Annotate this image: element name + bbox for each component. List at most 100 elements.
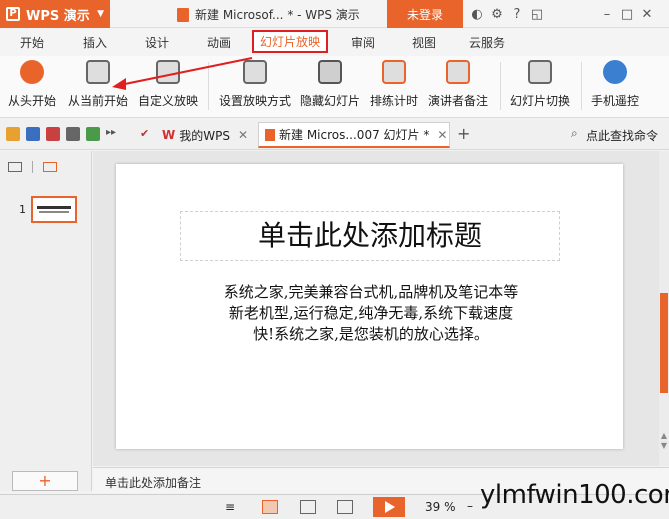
hide-slide-icon bbox=[318, 60, 342, 84]
help-icon[interactable]: ? bbox=[507, 4, 527, 24]
rehearse-timing-label: 排练计时 bbox=[370, 94, 419, 108]
page-nav-icons[interactable]: ▲ ▼ bbox=[659, 431, 669, 451]
play-slideshow-button[interactable] bbox=[373, 497, 405, 517]
play-slide-icon bbox=[86, 60, 110, 84]
scrollbar-thumb[interactable] bbox=[660, 293, 668, 393]
slide-sorter-icon[interactable] bbox=[300, 500, 316, 514]
wps-logo-icon: P bbox=[6, 7, 20, 21]
chevron-down-icon: ▼ bbox=[97, 9, 104, 19]
add-slide-button[interactable]: + bbox=[12, 471, 78, 491]
presentation-icon bbox=[265, 128, 275, 141]
ribbon-tabs: 开始 插入 设计 动画 幻灯片放映 审阅 视图 云服务 bbox=[0, 28, 669, 56]
body-line: 系统之家,完美兼容台式机,品牌机及笔记本等 bbox=[223, 283, 519, 301]
login-button[interactable]: 未登录 bbox=[387, 0, 463, 28]
speaker-notes-button[interactable]: 演讲者备注 bbox=[428, 60, 488, 109]
slide-canvas[interactable]: 单击此处添加标题 系统之家,完美兼容台式机,品牌机及笔记本等 新老机型,运行稳定… bbox=[116, 164, 623, 449]
body-line: 快!系统之家,是您装机的放心选择。 bbox=[253, 325, 489, 343]
ribbon-divider bbox=[500, 62, 501, 110]
list-icon[interactable]: ≡ bbox=[225, 500, 241, 514]
tab-review[interactable]: 审阅 bbox=[351, 34, 375, 51]
restore-ribbon-icon[interactable]: ◱ bbox=[527, 4, 547, 24]
tab-design[interactable]: 设计 bbox=[145, 34, 169, 51]
title-bar: P WPS 演示 ▼ 新建 Microsof... * - WPS 演示 未登录… bbox=[0, 0, 669, 28]
vertical-scrollbar[interactable]: ▲ ▼ bbox=[659, 151, 669, 466]
quick-access-bar: ▸▸ ✔ W 我的WPS ✕ 新建 Micros...007 幻灯片 * ✕ +… bbox=[0, 120, 669, 150]
settings-icon[interactable]: ⚙ bbox=[487, 4, 507, 24]
speaker-notes-label: 演讲者备注 bbox=[428, 94, 489, 108]
presenter-icon bbox=[446, 60, 470, 84]
body-line: 新老机型,运行稳定,纯净无毒,系统下载速度 bbox=[228, 304, 514, 322]
tab-my-wps-label: 我的WPS bbox=[179, 128, 230, 143]
slide-transition-label: 幻灯片切换 bbox=[510, 94, 571, 108]
slide-number: 1 bbox=[19, 203, 26, 216]
export-pdf-icon[interactable] bbox=[46, 127, 60, 141]
print-icon[interactable] bbox=[66, 127, 80, 141]
from-start-button[interactable]: 从头开始 bbox=[8, 60, 56, 109]
app-menu-button[interactable]: P WPS 演示 ▼ bbox=[0, 0, 110, 28]
open-folder-icon[interactable] bbox=[6, 127, 20, 141]
outline-view-icon[interactable] bbox=[8, 162, 22, 172]
tab-insert[interactable]: 插入 bbox=[83, 34, 107, 51]
thumbnail-title-line bbox=[37, 206, 71, 209]
tab-cloud[interactable]: 云服务 bbox=[469, 34, 505, 51]
phone-remote-label: 手机遥控 bbox=[591, 94, 640, 108]
print-preview-icon[interactable] bbox=[86, 127, 100, 141]
new-tab-icon[interactable]: + bbox=[457, 124, 470, 143]
custom-show-button[interactable]: 自定义放映 bbox=[138, 60, 198, 109]
skin-icon[interactable]: ◐ bbox=[467, 4, 487, 24]
tab-my-wps[interactable]: W 我的WPS ✕ bbox=[156, 122, 256, 148]
window-title-text: 新建 Microsof... * - WPS 演示 bbox=[195, 8, 360, 22]
ribbon-toolbar: 从头开始 从当前开始 自定义放映 设置放映方式 隐藏幻灯片 排练计时 演讲者备注… bbox=[0, 56, 669, 118]
hide-slide-button[interactable]: 隐藏幻灯片 bbox=[300, 60, 360, 109]
thumbnail-body-line bbox=[39, 211, 69, 213]
ribbon-divider bbox=[208, 62, 209, 110]
custom-show-label: 自定义放映 bbox=[138, 94, 199, 108]
setup-show-icon bbox=[243, 60, 267, 84]
more-icon[interactable]: ▸▸ bbox=[106, 127, 120, 141]
from-current-label: 从当前开始 bbox=[68, 94, 129, 108]
setup-show-label: 设置放映方式 bbox=[219, 94, 292, 108]
phone-remote-button[interactable]: 手机遥控 bbox=[591, 60, 639, 109]
zoom-level[interactable]: 39 % bbox=[425, 500, 456, 514]
close-icon[interactable]: ✕ bbox=[238, 128, 248, 142]
timer-icon bbox=[382, 60, 406, 84]
setup-show-button[interactable]: 设置放映方式 bbox=[219, 60, 291, 109]
play-circle-icon bbox=[20, 60, 44, 84]
slide-body-text[interactable]: 系统之家,完美兼容台式机,品牌机及笔记本等 新老机型,运行稳定,纯净无毒,系统下… bbox=[176, 282, 566, 345]
document-icon bbox=[177, 7, 189, 22]
phone-remote-icon bbox=[603, 60, 627, 84]
slide-panel: 1 + bbox=[0, 151, 92, 491]
pin-icon[interactable]: ✔ bbox=[140, 127, 154, 141]
close-icon[interactable]: ✕ bbox=[637, 4, 657, 24]
divider bbox=[32, 161, 33, 173]
close-icon[interactable]: ✕ bbox=[437, 128, 447, 142]
from-current-button[interactable]: 从当前开始 bbox=[68, 60, 128, 109]
search-icon: ⌕ bbox=[571, 126, 578, 140]
window-title: 新建 Microsof... * - WPS 演示 bbox=[177, 6, 360, 23]
minimize-icon[interactable]: – bbox=[597, 4, 617, 24]
normal-view-icon[interactable] bbox=[262, 500, 278, 514]
hide-slide-label: 隐藏幻灯片 bbox=[300, 94, 361, 108]
zoom-out-icon[interactable]: – bbox=[467, 499, 473, 513]
maximize-icon[interactable]: □ bbox=[617, 4, 637, 24]
command-search[interactable]: 点此查找命令 bbox=[586, 127, 658, 144]
tab-animation[interactable]: 动画 bbox=[207, 34, 231, 51]
slide-title-placeholder[interactable]: 单击此处添加标题 bbox=[180, 211, 560, 261]
tab-current-document-label: 新建 Micros...007 幻灯片 * bbox=[279, 128, 430, 142]
tab-home[interactable]: 开始 bbox=[20, 34, 44, 51]
from-start-label: 从头开始 bbox=[8, 94, 57, 108]
rehearse-timing-button[interactable]: 排练计时 bbox=[370, 60, 418, 109]
save-icon[interactable] bbox=[26, 127, 40, 141]
watermark: ylmfwin100.com bbox=[480, 480, 669, 510]
slide-transition-button[interactable]: 幻灯片切换 bbox=[510, 60, 570, 109]
tab-view[interactable]: 视图 bbox=[412, 34, 436, 51]
reading-view-icon[interactable] bbox=[337, 500, 353, 514]
app-name: WPS 演示 bbox=[26, 8, 90, 24]
slides-view-icon[interactable] bbox=[43, 162, 57, 172]
tab-current-document[interactable]: 新建 Micros...007 幻灯片 * ✕ bbox=[258, 122, 450, 148]
tab-slideshow[interactable]: 幻灯片放映 bbox=[252, 30, 329, 53]
slide-thumbnail[interactable] bbox=[31, 196, 77, 223]
wps-w-icon: W bbox=[162, 128, 176, 142]
slide-editing-area: 单击此处添加标题 系统之家,完美兼容台式机,品牌机及笔记本等 新老机型,运行稳定… bbox=[93, 151, 659, 466]
ribbon-divider bbox=[581, 62, 582, 110]
